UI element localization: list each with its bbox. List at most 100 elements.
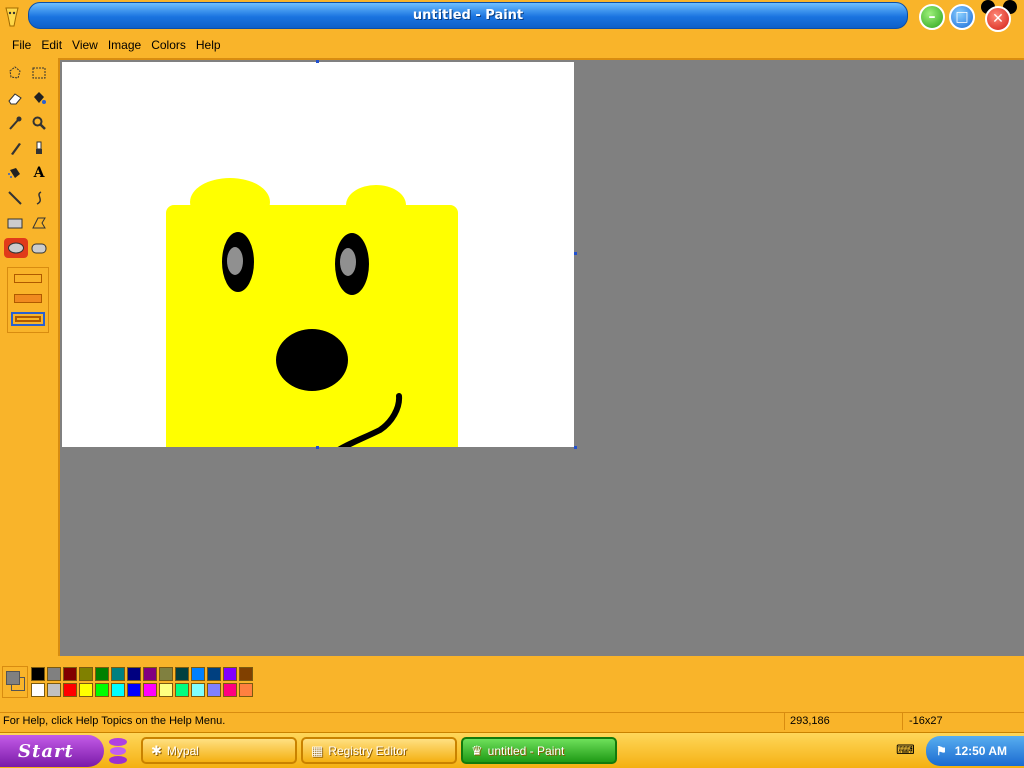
color-swatch[interactable] <box>191 667 205 681</box>
menu-file[interactable]: File <box>7 36 36 56</box>
system-tray: ⚑ 12:50 AM <box>926 736 1024 766</box>
taskbar-button-paint[interactable]: ♛ untitled - Paint <box>461 737 617 764</box>
tool-line[interactable] <box>5 188 25 208</box>
color-swatch[interactable] <box>207 667 221 681</box>
taskbar: Start ✱ Mypal ▦ Registry Editor ♛ untitl… <box>0 732 1024 768</box>
color-picker-icon <box>9 116 22 130</box>
tool-free-form-select[interactable] <box>5 63 25 83</box>
tool-fill[interactable] <box>29 88 49 108</box>
color-swatch[interactable] <box>47 667 61 681</box>
current-colors[interactable] <box>2 666 28 698</box>
tool-text[interactable]: A <box>29 163 49 183</box>
resize-handle-right[interactable] <box>574 252 577 255</box>
resize-handle-corner[interactable] <box>574 446 577 449</box>
tool-pencil[interactable] <box>5 138 25 158</box>
color-swatch[interactable] <box>159 683 173 697</box>
title-pill: untitled - Paint <box>28 2 908 29</box>
close-button[interactable]: ✕ <box>985 6 1011 32</box>
status-help-text: For Help, click Help Topics on the Help … <box>3 715 226 727</box>
color-swatch[interactable] <box>111 683 125 697</box>
quick-launch-icon[interactable] <box>106 736 130 766</box>
menu-image[interactable]: Image <box>103 36 146 56</box>
color-swatch[interactable] <box>63 667 77 681</box>
curve-icon <box>36 191 42 205</box>
taskbar-button-mypal[interactable]: ✱ Mypal <box>141 737 297 764</box>
tray-keyboard-icon[interactable]: ⌨ <box>896 742 915 758</box>
color-swatch[interactable] <box>143 667 157 681</box>
color-swatch[interactable] <box>223 667 237 681</box>
tool-options-box <box>7 267 49 333</box>
color-swatch[interactable] <box>95 667 109 681</box>
color-swatch[interactable] <box>47 683 61 697</box>
color-swatch[interactable] <box>79 683 93 697</box>
color-swatch[interactable] <box>239 667 253 681</box>
text-tool-icon: A <box>33 165 45 181</box>
status-bar: For Help, click Help Topics on the Help … <box>0 712 1024 730</box>
minimize-button[interactable]: – <box>919 4 945 30</box>
network-icon[interactable]: ⚑ <box>936 744 947 758</box>
maximize-button[interactable]: □ <box>949 4 975 30</box>
menu-view[interactable]: View <box>67 36 103 56</box>
color-swatch[interactable] <box>175 667 189 681</box>
clock[interactable]: 12:50 AM <box>955 744 1007 758</box>
color-swatch[interactable] <box>95 683 109 697</box>
status-divider <box>784 713 785 730</box>
minimize-icon: – <box>928 9 936 25</box>
start-button[interactable]: Start <box>0 735 104 767</box>
tool-airbrush[interactable] <box>5 163 25 183</box>
fill-option-outline[interactable] <box>14 274 42 283</box>
menu-colors[interactable]: Colors <box>146 36 191 56</box>
tool-magnifier[interactable] <box>29 113 49 133</box>
tool-curve[interactable] <box>29 188 49 208</box>
status-size: -16x27 <box>909 715 943 727</box>
tool-brush[interactable] <box>29 138 49 158</box>
color-swatch[interactable] <box>79 667 93 681</box>
color-swatch[interactable] <box>207 683 221 697</box>
fill-option-fill-selected[interactable] <box>11 312 45 326</box>
color-swatch[interactable] <box>239 683 253 697</box>
tool-rounded-rect[interactable] <box>29 238 49 258</box>
polygon-icon <box>32 217 46 229</box>
maximize-icon: □ <box>955 9 969 25</box>
color-swatch[interactable] <box>175 683 189 697</box>
drawing-canvas[interactable] <box>62 62 574 447</box>
taskbar-label-paint: untitled - Paint <box>487 743 565 758</box>
close-icon: ✕ <box>992 11 1004 27</box>
eraser-icon <box>8 93 22 105</box>
taskbar-label-registry-editor: Registry Editor <box>328 743 407 758</box>
rect-select-icon <box>32 67 46 79</box>
window-title: untitled - Paint <box>412 8 524 23</box>
airbrush-icon <box>8 168 20 178</box>
resize-handle-top[interactable] <box>316 60 319 63</box>
brush-icon <box>36 141 42 154</box>
taskbar-button-registry-editor[interactable]: ▦ Registry Editor <box>301 737 457 764</box>
color-swatch[interactable] <box>31 667 45 681</box>
tool-rect-select[interactable] <box>29 63 49 83</box>
line-icon <box>8 191 22 205</box>
color-box <box>0 664 1024 700</box>
foreground-color <box>6 671 20 685</box>
registry-editor-icon: ▦ <box>311 742 324 758</box>
color-swatch[interactable] <box>111 667 125 681</box>
tool-ellipse[interactable] <box>4 238 28 258</box>
tool-eraser[interactable] <box>5 88 25 108</box>
status-divider <box>902 713 903 730</box>
color-swatch[interactable] <box>63 683 77 697</box>
color-swatch[interactable] <box>127 667 141 681</box>
menu-edit[interactable]: Edit <box>36 36 67 56</box>
menu-help[interactable]: Help <box>191 36 226 56</box>
title-bar[interactable]: untitled - Paint – □ ✕ <box>0 0 1024 36</box>
color-swatch[interactable] <box>31 683 45 697</box>
color-swatch[interactable] <box>127 683 141 697</box>
color-swatch[interactable] <box>191 683 205 697</box>
resize-handle-bottom[interactable] <box>316 446 319 449</box>
tool-rectangle[interactable] <box>5 213 25 233</box>
color-swatch[interactable] <box>159 667 173 681</box>
tool-box: A <box>0 60 56 656</box>
fill-option-outline-fill[interactable] <box>14 294 42 303</box>
tool-polygon[interactable] <box>29 213 49 233</box>
color-swatch[interactable] <box>223 683 237 697</box>
color-swatch[interactable] <box>143 683 157 697</box>
app-icon[interactable] <box>3 6 21 28</box>
tool-color-picker[interactable] <box>5 113 25 133</box>
